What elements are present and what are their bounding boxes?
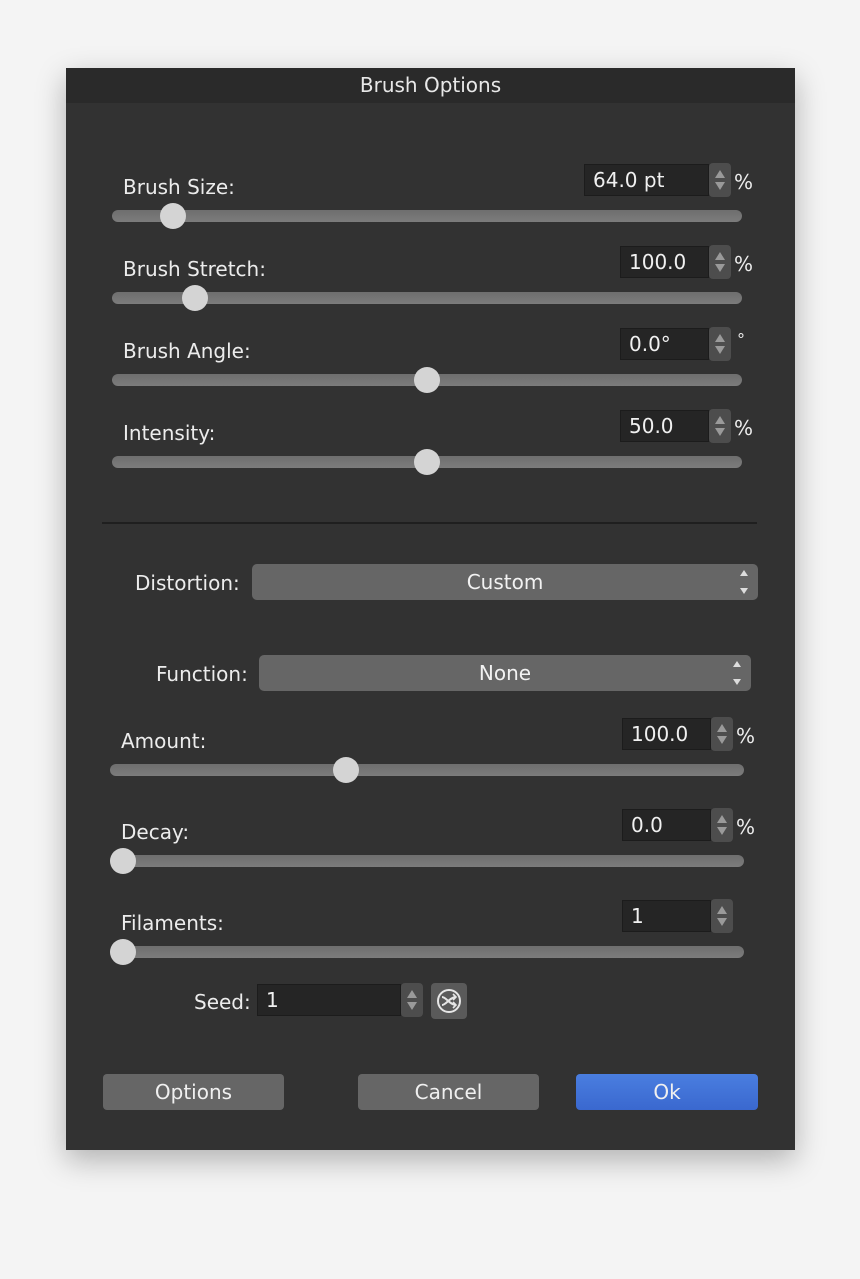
intensity-stepper[interactable]: [709, 409, 731, 443]
seed-input[interactable]: 1: [257, 984, 401, 1016]
increment-icon[interactable]: [715, 170, 725, 178]
brush-angle-slider[interactable]: [112, 367, 742, 393]
brush-size-stepper[interactable]: [709, 163, 731, 197]
intensity-label: Intensity:: [123, 421, 216, 445]
brush-stretch-input[interactable]: 100.0: [620, 246, 709, 278]
decay-label: Decay:: [121, 820, 190, 844]
decrement-icon[interactable]: [717, 736, 727, 744]
distortion-value: Custom: [466, 570, 544, 594]
brush-size-unit: %: [734, 170, 754, 194]
amount-unit: %: [736, 724, 756, 748]
increment-icon[interactable]: [715, 416, 725, 424]
brush-angle-input[interactable]: 0.0°: [620, 328, 709, 360]
brush-options-dialog: Brush Options Brush Size: 64.0 pt % Brus…: [66, 68, 795, 1150]
shuffle-icon: [437, 989, 461, 1013]
distortion-label: Distortion:: [135, 571, 240, 595]
decrement-icon[interactable]: [715, 182, 725, 190]
options-button[interactable]: Options: [103, 1074, 284, 1110]
increment-icon[interactable]: [717, 906, 727, 914]
filaments-stepper[interactable]: [711, 899, 733, 933]
filaments-input[interactable]: 1: [622, 900, 711, 932]
decay-stepper[interactable]: [711, 808, 733, 842]
slider-thumb[interactable]: [160, 203, 187, 229]
dialog-title: Brush Options: [66, 68, 795, 103]
slider-thumb[interactable]: [414, 367, 440, 393]
decrement-icon[interactable]: [715, 264, 725, 272]
decrement-icon[interactable]: [715, 428, 725, 436]
select-arrows-icon: [733, 661, 741, 685]
decrement-icon[interactable]: [715, 346, 725, 354]
randomize-seed-button[interactable]: [431, 983, 467, 1019]
brush-angle-stepper[interactable]: [709, 327, 731, 361]
function-label: Function:: [156, 662, 248, 686]
decay-input[interactable]: 0.0: [622, 809, 711, 841]
brush-angle-label: Brush Angle:: [123, 339, 251, 363]
function-value: None: [478, 661, 532, 685]
slider-thumb[interactable]: [414, 449, 440, 475]
amount-slider[interactable]: [110, 757, 744, 783]
intensity-slider[interactable]: [112, 449, 742, 475]
increment-icon[interactable]: [715, 334, 725, 342]
brush-angle-unit: °: [737, 330, 745, 349]
amount-stepper[interactable]: [711, 717, 733, 751]
brush-size-label: Brush Size:: [123, 175, 235, 199]
intensity-unit: %: [734, 416, 754, 440]
amount-input[interactable]: 100.0: [622, 718, 711, 750]
function-select[interactable]: None: [259, 655, 751, 691]
brush-stretch-stepper[interactable]: [709, 245, 731, 279]
brush-stretch-unit: %: [734, 252, 754, 276]
amount-label: Amount:: [121, 729, 207, 753]
distortion-select[interactable]: Custom: [252, 564, 758, 600]
section-divider: [102, 522, 757, 524]
select-arrows-icon: [740, 570, 748, 594]
brush-size-input[interactable]: 64.0 pt: [584, 164, 709, 196]
filaments-slider[interactable]: [110, 939, 744, 965]
slider-thumb[interactable]: [332, 757, 359, 783]
intensity-input[interactable]: 50.0: [620, 410, 709, 442]
decrement-icon[interactable]: [717, 827, 727, 835]
increment-icon[interactable]: [715, 252, 725, 260]
slider-thumb[interactable]: [182, 285, 209, 311]
increment-icon[interactable]: [407, 990, 417, 998]
seed-stepper[interactable]: [401, 983, 423, 1017]
brush-size-slider[interactable]: [112, 203, 742, 229]
slider-thumb[interactable]: [110, 939, 136, 965]
brush-stretch-slider[interactable]: [112, 285, 742, 311]
decrement-icon[interactable]: [717, 918, 727, 926]
increment-icon[interactable]: [717, 724, 727, 732]
increment-icon[interactable]: [717, 815, 727, 823]
brush-stretch-label: Brush Stretch:: [123, 257, 266, 281]
decrement-icon[interactable]: [407, 1002, 417, 1010]
cancel-button[interactable]: Cancel: [358, 1074, 539, 1110]
decay-slider[interactable]: [110, 848, 744, 874]
filaments-label: Filaments:: [121, 911, 224, 935]
ok-button[interactable]: Ok: [576, 1074, 758, 1110]
seed-label: Seed:: [194, 990, 251, 1014]
decay-unit: %: [736, 815, 756, 839]
slider-thumb[interactable]: [110, 848, 136, 874]
